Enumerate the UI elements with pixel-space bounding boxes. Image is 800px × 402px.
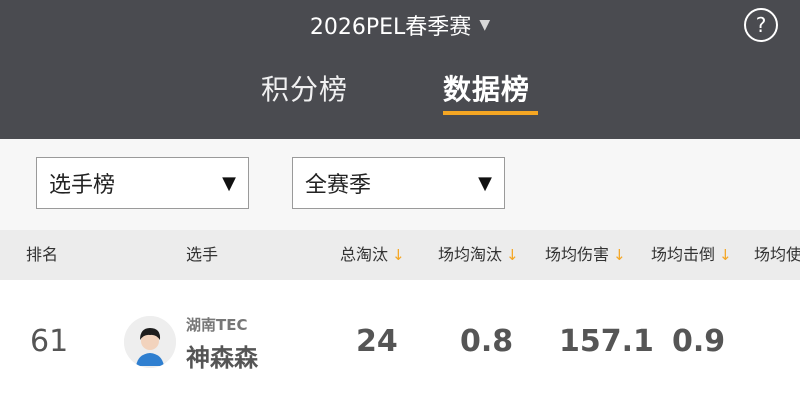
dropdown-arrow-icon: ▼ <box>222 172 236 194</box>
filter-bar: 选手榜 ▼ 全赛季 ▼ <box>0 139 800 230</box>
help-icon[interactable]: ? <box>744 8 778 42</box>
season-range-value: 全赛季 <box>305 173 372 198</box>
table-row[interactable]: 61 湖南TEC 神森森 24 0.8 157.1 0.9 <box>0 280 800 402</box>
player-name: 神森森 <box>186 344 258 372</box>
column-avg-more-label: 场均使 <box>754 245 800 264</box>
total-kills-cell: 24 <box>356 324 398 359</box>
season-title: 2026PEL春季赛 <box>309 15 472 40</box>
player-avatar <box>124 316 176 368</box>
avg-damage-cell: 157.1 <box>559 324 654 359</box>
column-rank-label: 排名 <box>26 245 59 264</box>
avg-kills-cell: 0.8 <box>460 324 514 359</box>
column-avg-kills[interactable]: 场均淘汰 ↓ <box>438 230 519 280</box>
top-header: 2026PEL春季赛 ▼ ? 积分榜 数据榜 <box>0 0 800 139</box>
team-name: 湖南TEC <box>186 316 248 334</box>
tab-stats[interactable]: 数据榜 <box>443 68 530 108</box>
column-rank: 排名 <box>26 230 58 280</box>
sort-down-icon: ↓ <box>392 246 405 264</box>
season-range-dropdown[interactable]: 全赛季 ▼ <box>292 157 505 209</box>
tab-bar: 积分榜 数据榜 <box>0 68 800 118</box>
tab-standings[interactable]: 积分榜 <box>261 68 348 108</box>
sort-down-icon: ↓ <box>719 246 732 264</box>
sort-down-icon: ↓ <box>613 246 626 264</box>
column-avg-damage[interactable]: 场均伤害 ↓ <box>545 230 626 280</box>
column-player-label: 选手 <box>186 245 219 264</box>
board-type-value: 选手榜 <box>49 173 116 198</box>
board-type-dropdown[interactable]: 选手榜 ▼ <box>36 157 249 209</box>
dropdown-arrow-icon: ▼ <box>478 172 492 194</box>
table-header: 排名 选手 总淘汰 ↓ 场均淘汰 ↓ 场均伤害 ↓ 场均击倒 ↓ 场均使 <box>0 230 800 280</box>
column-total-kills-label: 总淘汰 <box>340 245 389 264</box>
active-tab-indicator <box>443 111 538 115</box>
column-avg-knocks-label: 场均击倒 <box>651 245 716 264</box>
column-player: 选手 <box>186 230 218 280</box>
column-avg-kills-label: 场均淘汰 <box>438 245 503 264</box>
column-avg-more[interactable]: 场均使 <box>754 230 800 280</box>
season-selector[interactable]: 2026PEL春季赛 ▼ <box>0 8 800 42</box>
avg-knocks-cell: 0.9 <box>672 324 726 359</box>
column-avg-knocks[interactable]: 场均击倒 ↓ <box>651 230 732 280</box>
rank-cell: 61 <box>30 324 69 359</box>
chevron-down-icon: ▼ <box>479 17 491 33</box>
column-avg-damage-label: 场均伤害 <box>545 245 610 264</box>
column-total-kills[interactable]: 总淘汰 ↓ <box>340 230 405 280</box>
sort-down-icon: ↓ <box>506 246 519 264</box>
